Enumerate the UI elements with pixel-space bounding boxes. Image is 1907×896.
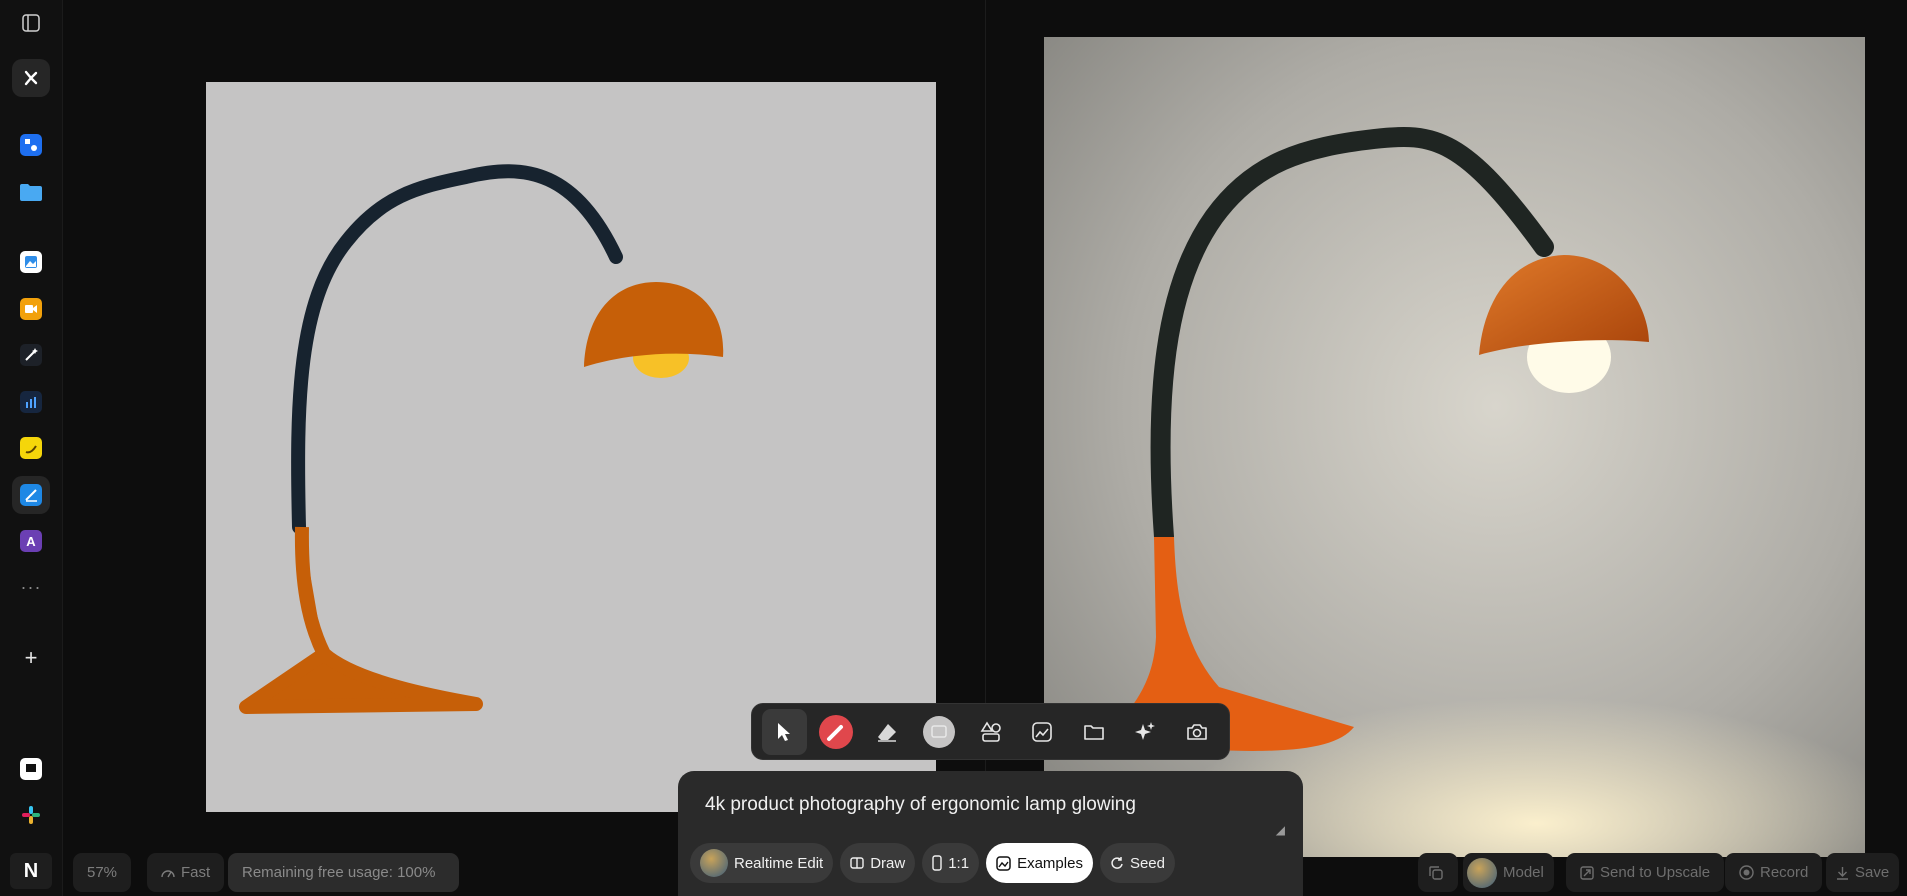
krea-logo-icon: [24, 70, 38, 86]
examples-button[interactable]: Examples: [986, 843, 1093, 883]
slack-app-icon: [22, 806, 40, 824]
phone-frame-icon: [932, 855, 942, 871]
avatar-letter: N: [23, 859, 39, 882]
add-app-button[interactable]: +: [12, 639, 50, 677]
speed-mode-label: Fast: [181, 864, 211, 881]
dock-app-image[interactable]: [12, 243, 50, 281]
plus-icon: +: [24, 645, 38, 670]
dock-app-shapes[interactable]: [12, 126, 50, 164]
aspect-ratio-button[interactable]: 1:1: [922, 843, 980, 883]
purple-app-icon: A: [20, 530, 42, 552]
realtime-app-icon: [20, 484, 42, 506]
record-button[interactable]: Record: [1725, 853, 1823, 892]
dock-app-video[interactable]: [12, 290, 50, 328]
send-to-upscale-button[interactable]: Send to Upscale: [1566, 853, 1725, 892]
upscale-icon: [1580, 865, 1594, 880]
ai-sparkle-tool-button[interactable]: [1123, 709, 1168, 755]
model-label: Model: [1503, 864, 1544, 881]
sparkle-icon: [1135, 721, 1156, 740]
eraser-tool-button[interactable]: [865, 709, 910, 755]
resize-grip-icon[interactable]: ◢: [1276, 823, 1285, 837]
user-avatar[interactable]: N: [10, 853, 52, 889]
video-app-icon: [20, 298, 42, 320]
copy-icon: [1429, 865, 1443, 880]
aspect-ratio-label: 1:1: [948, 854, 970, 872]
folder-icon: [1083, 724, 1104, 740]
brush-icon: [818, 714, 853, 749]
eraser-icon: [878, 723, 897, 742]
dock-app-folder[interactable]: [12, 173, 50, 211]
dock-app-slack[interactable]: [12, 796, 50, 834]
seed-label: Seed: [1129, 854, 1165, 872]
cursor-arrow-icon: [778, 722, 791, 741]
shapes-icon: [980, 720, 1001, 742]
prompt-options: Realtime Edit Draw 1:1 Examples Seed: [690, 843, 1175, 883]
camera-icon: [1186, 723, 1207, 740]
brush-tool-button[interactable]: [814, 709, 859, 755]
seed-button[interactable]: Seed: [1099, 843, 1175, 883]
banana-app-icon: [20, 437, 42, 459]
dock-app-notebook[interactable]: [12, 750, 50, 788]
send-to-upscale-label: Send to Upscale: [1600, 864, 1711, 881]
model-thumbnail-icon: [700, 849, 728, 877]
refresh-icon: [1111, 857, 1123, 869]
download-icon: [1837, 866, 1848, 880]
realtime-edit-button[interactable]: Realtime Edit: [690, 843, 834, 883]
record-icon: [1739, 865, 1754, 880]
shapes-app-icon: [20, 134, 42, 156]
speedometer-icon: [161, 869, 175, 877]
usage-label: Remaining free usage: 100%: [242, 864, 436, 881]
sidebar-toggle-icon: [22, 14, 40, 32]
dock-app-chart[interactable]: [12, 383, 50, 421]
pane-divider: [985, 0, 986, 896]
speed-mode-button[interactable]: Fast: [147, 853, 225, 892]
split-view-icon: [850, 857, 864, 869]
draw-label: Draw: [870, 854, 906, 872]
save-label: Save: [1855, 864, 1890, 881]
background-fill-icon: [922, 715, 955, 748]
more-apps-button[interactable]: ···: [12, 568, 50, 606]
zoom-level-label: 57%: [87, 864, 118, 881]
sketch-lamp-arm: [291, 164, 623, 534]
dock-app-enhance[interactable]: [12, 336, 50, 374]
image-upload-tool-button[interactable]: [1020, 709, 1065, 755]
dock-app-krea[interactable]: [12, 59, 50, 97]
dock-app-banana[interactable]: [12, 429, 50, 467]
usage-indicator: Remaining free usage: 100%: [228, 853, 459, 892]
image-icon: [1032, 721, 1052, 742]
draw-button[interactable]: Draw: [840, 843, 916, 883]
dock-app-realtime[interactable]: [12, 476, 50, 514]
dock-app-purple[interactable]: A: [12, 522, 50, 560]
open-folder-tool-button[interactable]: [1071, 709, 1116, 755]
select-tool-button[interactable]: [762, 708, 807, 755]
notebook-app-icon: [20, 758, 42, 780]
enhance-app-icon: [20, 344, 42, 366]
app-dock: A ··· + N: [0, 0, 63, 896]
more-dots-icon: ···: [20, 576, 42, 597]
shapes-tool-button[interactable]: [968, 709, 1013, 755]
prompt-panel: 4k product photography of ergonomic lamp…: [678, 771, 1303, 896]
drawing-toolbar: [751, 703, 1230, 760]
record-label: Record: [1760, 864, 1809, 881]
sidebar-toggle-button[interactable]: [12, 4, 50, 42]
folder-app-icon: [20, 184, 42, 201]
prompt-input[interactable]: 4k product photography of ergonomic lamp…: [705, 794, 1136, 816]
chart-app-icon: [20, 391, 42, 413]
camera-tool-button[interactable]: [1175, 709, 1220, 755]
save-button[interactable]: Save: [1826, 853, 1900, 892]
background-color-button[interactable]: [917, 709, 962, 755]
examples-label: Examples: [1017, 854, 1083, 872]
copy-button[interactable]: [1418, 853, 1458, 892]
realtime-edit-label: Realtime Edit: [734, 854, 824, 872]
image-app-icon: [20, 251, 42, 273]
model-thumbnail-icon: [1467, 857, 1497, 888]
model-button[interactable]: Model: [1463, 853, 1554, 892]
sketch-lampshade: [584, 282, 724, 367]
sketch-lamp-base: [239, 526, 483, 714]
gallery-icon: [996, 855, 1011, 871]
zoom-level-button[interactable]: 57%: [73, 853, 132, 892]
